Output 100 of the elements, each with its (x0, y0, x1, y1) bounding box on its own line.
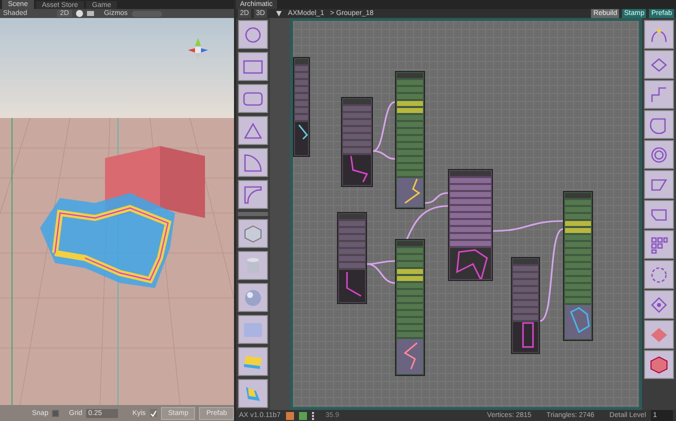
node-port-row[interactable] (513, 287, 538, 292)
prefab-icon[interactable] (286, 412, 294, 420)
image-icon[interactable] (86, 11, 94, 16)
node-port-row[interactable] (397, 164, 423, 169)
node-port-row[interactable] (450, 227, 491, 232)
node-port-row[interactable] (295, 73, 308, 78)
node-port-row[interactable] (450, 220, 491, 225)
node-port-row[interactable] (513, 308, 538, 313)
palette-button[interactable] (238, 148, 268, 177)
palette-button[interactable] (644, 20, 674, 49)
node-port-row[interactable] (565, 263, 591, 268)
node-port-row[interactable] (343, 148, 371, 153)
node-port-row[interactable] (339, 242, 365, 247)
node-port-row[interactable] (295, 66, 308, 71)
node-port-row[interactable] (397, 262, 423, 267)
palette-button[interactable] (238, 315, 268, 344)
node-port-row[interactable] (397, 311, 423, 316)
node-port-row[interactable] (295, 94, 308, 99)
node-port-row[interactable] (397, 122, 423, 127)
node-port-row[interactable] (450, 206, 491, 211)
node-port-row[interactable] (397, 283, 423, 288)
palette-button[interactable] (644, 50, 674, 79)
node-port-row[interactable] (295, 80, 308, 85)
palette-button[interactable] (238, 379, 268, 408)
node-port-row[interactable] (397, 290, 423, 295)
node-port-row[interactable] (450, 199, 491, 204)
node-port-row[interactable] (513, 280, 538, 285)
node-port-row[interactable] (450, 241, 491, 246)
palette-button[interactable] (238, 84, 268, 113)
node-port-row[interactable] (513, 294, 538, 299)
node-port-row[interactable] (450, 192, 491, 197)
node-port-row[interactable] (397, 332, 423, 337)
node-card[interactable] (337, 212, 367, 304)
node-port-row[interactable] (565, 200, 591, 205)
node-header[interactable] (397, 73, 423, 78)
node-card[interactable] (395, 239, 425, 376)
node-port-row[interactable] (565, 214, 591, 219)
node-port-row[interactable] (565, 270, 591, 275)
node-port-row[interactable] (397, 143, 423, 148)
node-port-row[interactable] (565, 235, 591, 240)
node-port-row[interactable] (513, 273, 538, 278)
node-port-row[interactable] (295, 115, 308, 120)
node-card[interactable] (293, 57, 310, 157)
palette-button[interactable] (238, 180, 268, 209)
node-port-row[interactable] (450, 213, 491, 218)
snap-checkbox[interactable] (52, 410, 60, 416)
node-header[interactable] (295, 59, 308, 64)
node-port-row[interactable] (295, 108, 308, 113)
node-port-row[interactable] (339, 249, 365, 254)
node-port-row[interactable] (565, 256, 591, 261)
node-port-row[interactable] (397, 171, 423, 176)
node-port-row[interactable] (339, 235, 365, 240)
node-header[interactable] (343, 99, 371, 104)
palette-button[interactable] (238, 251, 268, 280)
node-port-row[interactable] (565, 277, 591, 282)
palette-button[interactable] (238, 219, 268, 248)
lighting-icon[interactable] (76, 10, 83, 17)
node-port-row[interactable] (397, 157, 423, 162)
node-port-row[interactable] (397, 87, 423, 92)
node-port-row[interactable] (397, 101, 423, 106)
palette-button[interactable] (644, 80, 674, 109)
palette-button[interactable] (238, 347, 268, 376)
palette-button[interactable] (644, 170, 674, 199)
node-card[interactable] (563, 191, 593, 341)
node-header[interactable] (339, 214, 365, 219)
node-port-row[interactable] (397, 304, 423, 309)
palette-button[interactable] (644, 110, 674, 139)
node-port-row[interactable] (513, 301, 538, 306)
node-header[interactable] (565, 193, 591, 198)
node-graph-canvas[interactable] (290, 18, 642, 410)
search-field[interactable] (132, 10, 162, 16)
node-port-row[interactable] (397, 269, 423, 274)
node-port-row[interactable] (397, 255, 423, 260)
node-port-row[interactable] (339, 263, 365, 268)
node-port-row[interactable] (343, 106, 371, 111)
node-port-row[interactable] (343, 141, 371, 146)
node-port-row[interactable] (343, 127, 371, 132)
node-card[interactable] (395, 71, 425, 209)
node-port-row[interactable] (397, 297, 423, 302)
node-port-row[interactable] (450, 185, 491, 190)
node-port-row[interactable] (343, 134, 371, 139)
node-port-row[interactable] (565, 249, 591, 254)
node-header[interactable] (397, 241, 423, 246)
node-port-row[interactable] (513, 266, 538, 271)
palette-button[interactable] (238, 52, 268, 81)
node-port-row[interactable] (565, 207, 591, 212)
node-port-row[interactable] (295, 101, 308, 106)
palette-button[interactable] (644, 290, 674, 319)
node-header[interactable] (513, 259, 538, 264)
palette-button[interactable] (238, 283, 268, 312)
node-port-row[interactable] (565, 291, 591, 296)
node-card[interactable] (341, 97, 373, 187)
node-port-row[interactable] (339, 228, 365, 233)
palette-button[interactable] (644, 230, 674, 259)
palette-button[interactable] (644, 260, 674, 289)
palette-button[interactable] (644, 350, 674, 379)
node-port-row[interactable] (397, 108, 423, 113)
palette-button[interactable] (644, 200, 674, 229)
node-port-row[interactable] (339, 221, 365, 226)
node-port-row[interactable] (397, 80, 423, 85)
